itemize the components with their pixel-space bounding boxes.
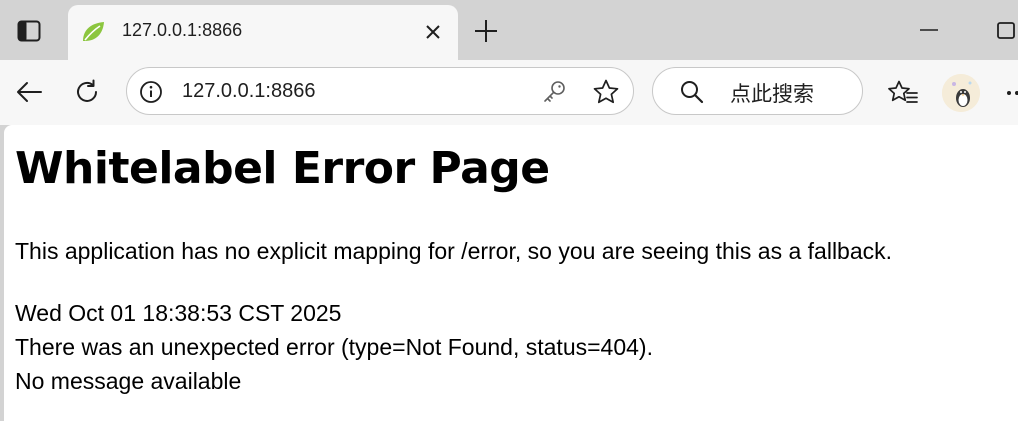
key-icon[interactable] — [541, 79, 567, 105]
error-details: Wed Oct 01 18:38:53 CST 2025 There was a… — [15, 296, 653, 398]
address-url[interactable]: 127.0.0.1:8866 — [182, 80, 315, 103]
sidebar-toggle-button[interactable] — [14, 17, 44, 45]
fallback-description: This application has no explicit mapping… — [15, 238, 893, 264]
info-icon[interactable] — [139, 80, 163, 104]
error-type-status: There was an unexpected error (type=Not … — [15, 334, 653, 360]
sidebar-toggle-icon — [17, 20, 41, 42]
tab-strip: 127.0.0.1:8866 — [0, 0, 1018, 60]
search-icon — [681, 81, 704, 104]
back-arrow-icon — [17, 82, 42, 102]
search-input[interactable]: 点此搜索 — [652, 67, 863, 115]
browser-toolbar: 127.0.0.1:8866 点此搜索 — [0, 60, 1018, 125]
search-placeholder: 点此搜索 — [730, 82, 814, 106]
back-button[interactable] — [12, 75, 46, 109]
refresh-button[interactable] — [70, 75, 104, 109]
browser-window: 127.0.0.1:8866 127.0.0.1:8866 点此搜索 White… — [0, 0, 1018, 421]
address-bar[interactable]: 127.0.0.1:8866 — [126, 67, 634, 115]
avatar[interactable] — [942, 74, 980, 112]
more-icon — [1007, 91, 1018, 95]
avatar-image — [942, 74, 980, 112]
page-content: Whitelabel Error Page This application h… — [4, 125, 1018, 421]
restore-icon — [997, 22, 1015, 39]
minimize-button[interactable] — [914, 15, 944, 45]
star-icon[interactable] — [592, 78, 620, 106]
restore-button[interactable] — [990, 15, 1018, 45]
close-icon — [426, 25, 440, 39]
error-timestamp: Wed Oct 01 18:38:53 CST 2025 — [15, 300, 342, 326]
refresh-icon — [77, 79, 97, 102]
tab-title: 127.0.0.1:8866 — [122, 20, 243, 40]
more-options-button[interactable] — [998, 82, 1018, 104]
error-message: No message available — [15, 368, 242, 394]
minimize-icon — [920, 29, 938, 31]
spring-leaf-icon — [83, 22, 104, 41]
favorites-icon — [888, 80, 918, 103]
plus-icon — [475, 20, 497, 42]
favorites-button[interactable] — [886, 77, 920, 109]
new-tab-button[interactable] — [471, 16, 501, 46]
tab-active[interactable]: 127.0.0.1:8866 — [68, 5, 458, 60]
tab-close-button[interactable] — [420, 19, 446, 45]
page-title: Whitelabel Error Page — [15, 143, 550, 194]
